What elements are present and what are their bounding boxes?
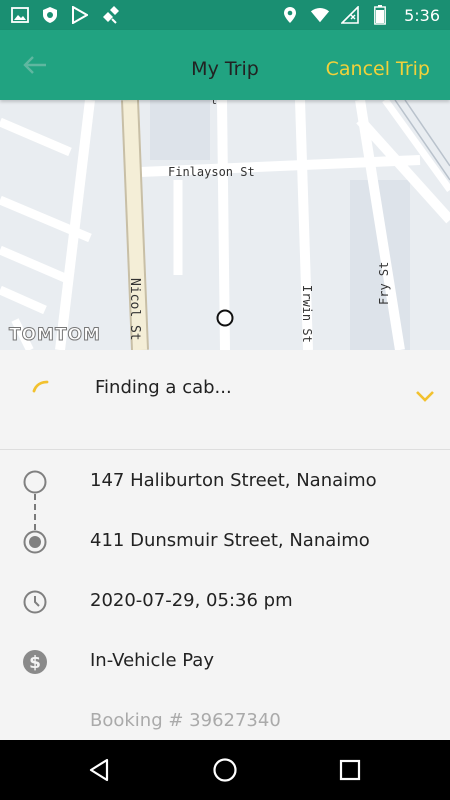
battery-icon: [370, 5, 390, 25]
dropoff-address: 411 Dunsmuir Street, Nanaimo: [90, 530, 370, 551]
datetime-row: 2020-07-29, 05:36 pm: [0, 581, 450, 621]
play-store-icon: [70, 5, 90, 25]
back-triangle-icon: [89, 758, 109, 782]
trip-status-text: Finding a cab...: [95, 377, 232, 398]
satellite-icon: [100, 5, 120, 25]
shield-icon: [40, 5, 60, 25]
status-bar: 5:36: [0, 0, 450, 30]
nav-back-button[interactable]: [87, 757, 113, 783]
street-label-nicol: Nicol St: [127, 278, 142, 341]
screen: 5:36 My Trip Cancel Trip Finlayson St Fr…: [0, 0, 450, 800]
navigation-bar: [0, 740, 450, 800]
street-label-fry: Fry St: [377, 262, 391, 305]
dropoff-target-icon: [21, 528, 49, 556]
home-circle-icon: [213, 758, 237, 782]
pickup-circle-icon: [21, 468, 49, 496]
location-icon: [280, 5, 300, 25]
svg-text:$: $: [29, 653, 41, 673]
recents-square-icon: [339, 759, 361, 781]
wifi-icon: [310, 5, 330, 25]
pickup-marker: [216, 309, 234, 327]
signal-icon: [340, 5, 360, 25]
pickup-row: 147 Haliburton Street, Nanaimo: [0, 461, 450, 501]
tomtom-logo: TOMTOM: [9, 325, 101, 346]
trip-datetime: 2020-07-29, 05:36 pm: [90, 590, 293, 611]
nav-recents-button[interactable]: [337, 757, 363, 783]
trip-status-panel: [0, 350, 450, 450]
nav-home-button[interactable]: [212, 757, 238, 783]
app-bar: My Trip Cancel Trip: [0, 30, 450, 100]
loading-spinner-icon: [32, 378, 50, 397]
booking-number: Booking # 39627340: [90, 710, 281, 731]
clock-icon: [21, 588, 49, 616]
cancel-trip-button[interactable]: Cancel Trip: [326, 58, 430, 80]
map-view[interactable]: Finlayson St Fry St Irwin St Nicol St t: [0, 100, 450, 350]
pickup-address: 147 Haliburton Street, Nanaimo: [90, 470, 377, 491]
payment-method: In-Vehicle Pay: [90, 650, 214, 671]
svg-text:t: t: [211, 100, 217, 107]
street-label-irwin: Irwin St: [300, 285, 314, 343]
payment-row: $ In-Vehicle Pay: [0, 641, 450, 681]
back-button[interactable]: [22, 54, 48, 76]
expand-button[interactable]: [414, 388, 440, 408]
gallery-icon: [10, 5, 30, 25]
dollar-icon: $: [21, 648, 49, 676]
chevron-down-icon: [416, 391, 434, 402]
arrow-left-icon: [23, 56, 46, 74]
street-label-finlayson: Finlayson St: [168, 165, 255, 179]
status-time: 5:36: [404, 5, 440, 25]
dropoff-row: 411 Dunsmuir Street, Nanaimo: [0, 521, 450, 561]
